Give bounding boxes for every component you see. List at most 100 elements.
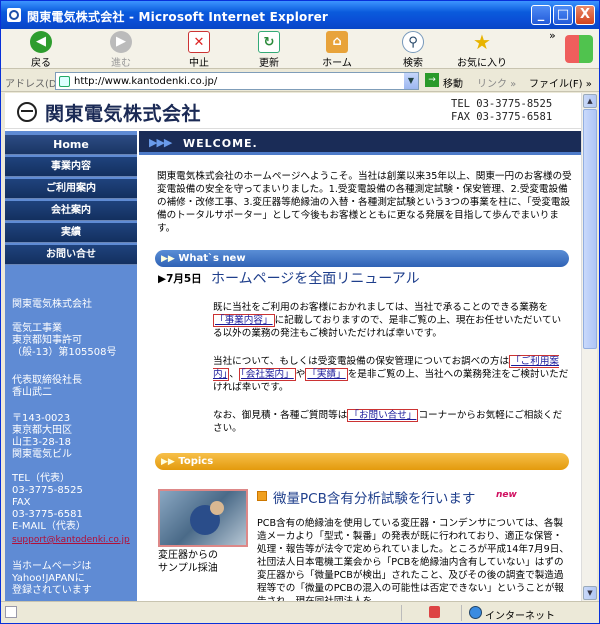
nav-company[interactable]: 会社案内	[5, 201, 137, 221]
side-email-link[interactable]: support@kantodenki.co.jp	[12, 534, 130, 547]
news-date: ▶7月5日	[158, 273, 202, 285]
company-logo-icon	[17, 102, 37, 122]
photo-caption-line1: 変圧器からの	[158, 550, 218, 561]
company-name: 関東電気株式会社	[45, 103, 202, 125]
file-menu[interactable]: ファイル(F) »	[529, 75, 592, 90]
scroll-up-icon[interactable]: ▲	[583, 94, 597, 108]
page-favicon-icon	[59, 76, 70, 87]
side-notice1: 当ホームページは	[12, 561, 92, 572]
header-tel: TEL 03-3775-8525	[451, 98, 553, 110]
topics-band: ▶▶ Topics	[155, 453, 569, 470]
refresh-label: 更新	[259, 58, 279, 69]
news-paragraph-3: なお、御見積・各種ご質問等は 「お問い合せ」 コーナーからお気軽にご相談ください。	[213, 409, 569, 435]
side-addr1: 東京都大田区	[12, 425, 72, 436]
nav-guide[interactable]: ご利用案内	[5, 179, 137, 199]
close-button[interactable]: X	[575, 5, 595, 25]
side-rep-name: 香山武二	[12, 387, 52, 398]
new-badge: new	[496, 490, 517, 500]
intro-text: 関東電気株式会社のホームページへようこそ。当社は創業以来35年以上、関東一円のお…	[157, 171, 572, 234]
header-fax: FAX 03-3775-6581	[451, 111, 553, 123]
sample-oil-photo	[158, 489, 248, 547]
news-paragraph-2: 当社について、もしくは受変電設備の保安管理についてお調べの方は 「ご利用案内」、「…	[213, 355, 569, 394]
side-tel: 03-3775-8525	[12, 485, 83, 496]
side-tel-label: TEL（代表）	[12, 473, 70, 484]
link-contact[interactable]: 「お問い合せ」	[347, 409, 419, 422]
side-notice3: 登録されています	[12, 585, 92, 596]
link-business[interactable]: 「事業内容」	[213, 314, 275, 327]
scroll-thumb[interactable]	[583, 109, 597, 349]
minimize-button[interactable]: _	[531, 5, 551, 25]
address-input[interactable]: http://www.kantodenki.co.jp/ ▼	[55, 72, 419, 90]
topics-arrows-icon: ▶▶	[161, 457, 175, 467]
topic-bullet-icon	[257, 491, 267, 501]
back-label: 戻る	[31, 58, 51, 69]
maximize-button[interactable]: □	[553, 5, 573, 25]
status-divider	[401, 605, 402, 621]
go-arrow-icon[interactable]: →	[425, 73, 439, 87]
header-contact: TEL 03-3775-8525 FAX 03-3775-6581	[451, 98, 552, 124]
whats-new-band: ▶▶ What`s new	[155, 250, 569, 267]
side-rep-title: 代表取締役社長	[12, 375, 82, 386]
side-license1: 東京都知事許可	[12, 335, 82, 346]
search-button[interactable]: ⚲ 検索	[389, 31, 437, 69]
status-bar: インターネット	[1, 601, 599, 623]
side-notice2: Yahoo!JAPANに	[12, 573, 85, 584]
home-label: ホーム	[322, 58, 352, 69]
link-company[interactable]: 「会社案内」	[238, 368, 296, 381]
favorites-button[interactable]: ★ お気に入り	[453, 30, 511, 69]
refresh-icon: ↻	[258, 31, 280, 53]
toolbar: ◀ 戻る ▶ 進む ✕ 中止 ↻ 更新 ⌂ ホーム ⚲ 検索 ★ お気に入り »	[1, 29, 599, 69]
welcome-arrows-icon: ▶▶▶	[149, 136, 172, 149]
nav-contact[interactable]: お問い合せ	[5, 245, 137, 265]
security-icon	[429, 606, 440, 618]
scroll-down-icon[interactable]: ▼	[583, 586, 597, 600]
search-label: 検索	[403, 58, 423, 69]
refresh-button[interactable]: ↻ 更新	[245, 31, 293, 69]
address-bar: アドレス(D) http://www.kantodenki.co.jp/ ▼ →…	[1, 70, 599, 92]
windows-logo-icon	[565, 35, 593, 63]
page-status-icon	[5, 606, 17, 618]
news-p2-sep: 、	[229, 369, 239, 380]
page-content: 関東電気株式会社 TEL 03-3775-8525 FAX 03-3775-65…	[5, 93, 581, 601]
forward-label: 進む	[111, 58, 131, 69]
title-bar: 関東電気株式会社 - Microsoft Internet Explorer _…	[1, 1, 599, 29]
whats-new-label: What`s new	[178, 253, 246, 264]
nav-home[interactable]: Home	[5, 135, 137, 155]
home-button[interactable]: ⌂ ホーム	[313, 31, 361, 69]
news-p1-text: 既に当社をご利用のお客様におかれましては、当社で承ることのできる業務を	[213, 302, 549, 313]
vertical-scrollbar[interactable]: ▲ ▼	[581, 93, 597, 601]
window-title: 関東電気株式会社 - Microsoft Internet Explorer	[27, 10, 329, 24]
side-addr2: 山王3-28-18	[12, 437, 72, 448]
stop-icon: ✕	[188, 31, 210, 53]
nav-business[interactable]: 事業内容	[5, 157, 137, 177]
address-label: アドレス(D)	[5, 79, 61, 90]
photo-caption-line2: サンプル採油	[158, 562, 218, 574]
forward-button[interactable]: ▶ 進む	[97, 31, 145, 69]
house-icon: ⌂	[326, 31, 348, 53]
favorites-label: お気に入り	[457, 58, 507, 69]
links-button[interactable]: リンク »	[477, 75, 516, 90]
stop-button[interactable]: ✕ 中止	[175, 31, 223, 69]
star-icon: ★	[473, 30, 491, 54]
toolbar-overflow[interactable]: »	[549, 29, 556, 42]
status-divider-2	[461, 605, 462, 621]
nav-results[interactable]: 実績	[5, 223, 137, 243]
globe-icon	[469, 606, 482, 619]
topic-body: PCB含有の絶縁油を使用している変圧器・コンデンサについては、各製造メーカより「…	[257, 518, 569, 601]
side-email-label: E-MAIL（代表）	[12, 521, 86, 532]
link-results[interactable]: 「実績」	[305, 368, 348, 381]
photo-caption: 変圧器からの サンプル採油	[158, 550, 218, 575]
side-fax-label: FAX	[12, 497, 31, 508]
news-p3-text: なお、御見積・各種ご質問等は	[213, 410, 348, 421]
go-button[interactable]: 移動	[443, 75, 463, 90]
side-nav: Home 事業内容 ご利用案内 会社案内 実績 お問い合せ 関東電気株式会社 電…	[5, 131, 137, 601]
browser-window: 関東電気株式会社 - Microsoft Internet Explorer _…	[0, 0, 600, 624]
topic-headline: 微量PCB含有分析試験を行います	[273, 491, 476, 507]
welcome-title: WELCOME.	[183, 137, 258, 150]
side-company-name: 関東電気株式会社	[12, 299, 92, 310]
address-dropdown-icon[interactable]: ▼	[404, 73, 418, 89]
welcome-stripe	[139, 152, 581, 155]
back-button[interactable]: ◀ 戻る	[17, 31, 65, 69]
ie-logo-icon	[7, 8, 21, 22]
news-p2-mid: や	[295, 369, 306, 380]
